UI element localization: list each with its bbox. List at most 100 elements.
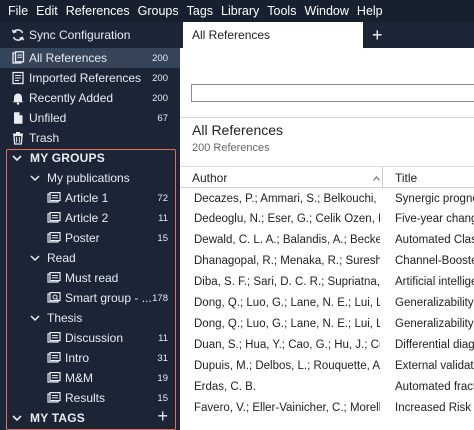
menu-edit[interactable]: Edit bbox=[32, 0, 62, 22]
column-author[interactable]: Author bbox=[192, 171, 227, 185]
count-badge: 11 bbox=[158, 212, 168, 224]
menu-bar: File Edit References Groups Tags Library… bbox=[0, 0, 474, 22]
author-cell: Erdas, C. B. bbox=[194, 381, 256, 393]
title-cell: Automated fracture bbox=[395, 381, 474, 393]
toolbar-area bbox=[180, 48, 474, 118]
table-row[interactable]: Dong, Q.; Luo, G.; Lane, N. E.; Lui, L. … bbox=[180, 314, 474, 335]
author-cell: Decazes, P.; Ammari, S.; Belkouchi, Y.;.… bbox=[194, 193, 380, 205]
title-cell: Artificial intelligence bbox=[395, 276, 474, 288]
title-cell: Increased Risk of bbox=[395, 402, 474, 414]
my-groups-label: MY GROUPS bbox=[30, 151, 105, 165]
page-title: All References bbox=[192, 122, 284, 138]
title-cell: Generalizability of bbox=[395, 318, 474, 330]
count-badge: 15 bbox=[157, 232, 168, 244]
table-row[interactable]: Dupuis, M.; Delbos, L.; Rouquette, A.; .… bbox=[180, 356, 474, 377]
author-cell: Dedeoglu, N.; Eser, G.; Celik Ozen, D.; … bbox=[194, 213, 380, 225]
search-input[interactable] bbox=[191, 84, 474, 102]
table-row[interactable]: Dewald, C. L. A.; Balandis, A.; Becker, … bbox=[180, 230, 474, 251]
author-cell: Diba, S. F.; Sari, D. C. R.; Supriatna, … bbox=[194, 276, 380, 288]
folder-read[interactable]: Read bbox=[0, 248, 180, 268]
menu-references[interactable]: References bbox=[62, 0, 134, 22]
group-folder-icon bbox=[47, 371, 61, 385]
title-cell: Automated Classific bbox=[395, 234, 474, 246]
menu-tags[interactable]: Tags bbox=[183, 0, 217, 22]
count-badge: 200 bbox=[152, 52, 168, 64]
menu-help[interactable]: Help bbox=[353, 0, 387, 22]
author-cell: Dong, Q.; Luo, G.; Lane, N. E.; Lui, L. … bbox=[194, 318, 380, 330]
table-header: Author Title bbox=[180, 166, 474, 189]
group-folder-icon bbox=[47, 231, 61, 245]
table-row[interactable]: Dong, Q.; Luo, G.; Lane, N. E.; Lui, L. … bbox=[180, 293, 474, 314]
group-intro[interactable]: Intro 31 bbox=[0, 348, 180, 368]
count-badge: 31 bbox=[157, 352, 168, 364]
table-row[interactable]: Favero, V.; Eller-Vainicher, C.; Morelli… bbox=[180, 398, 474, 419]
author-cell: Duan, S.; Hua, Y.; Cao, G.; Hu, J.; Cui,… bbox=[194, 339, 380, 351]
group-label: Intro bbox=[65, 351, 90, 365]
menu-library[interactable]: Library bbox=[217, 0, 263, 22]
folder-thesis[interactable]: Thesis bbox=[0, 308, 180, 328]
menu-groups[interactable]: Groups bbox=[134, 0, 183, 22]
table-row[interactable]: Diba, S. F.; Sari, D. C. R.; Supriatna, … bbox=[180, 272, 474, 293]
column-divider[interactable] bbox=[382, 167, 383, 189]
sidebar-item-label: Imported References bbox=[29, 71, 142, 85]
author-cell: Favero, V.; Eller-Vainicher, C.; Morelli… bbox=[194, 402, 380, 414]
group-poster[interactable]: Poster 15 bbox=[0, 228, 180, 248]
chevron-down-icon bbox=[30, 255, 40, 262]
title-cell: Generalizability of bbox=[395, 297, 474, 309]
count-badge: 178 bbox=[152, 292, 168, 304]
table-row[interactable]: Dhanagopal, R.; Menaka, R.; Suresh K... … bbox=[180, 251, 474, 272]
sidebar-item-label: All References bbox=[29, 51, 108, 65]
chevron-down-icon bbox=[12, 155, 22, 162]
table-row[interactable]: Decazes, P.; Ammari, S.; Belkouchi, Y.;.… bbox=[180, 189, 474, 210]
group-article-1[interactable]: Article 1 72 bbox=[0, 188, 180, 208]
group-results[interactable]: Results 15 bbox=[0, 388, 180, 408]
sidebar-item-unfiled[interactable]: Unfiled 67 bbox=[0, 108, 180, 128]
sidebar-item-sync[interactable]: Sync Configuration bbox=[0, 25, 180, 45]
group-folder-icon bbox=[47, 191, 61, 205]
menu-file[interactable]: File bbox=[4, 0, 32, 22]
group-label: Must read bbox=[65, 271, 119, 285]
group-label: Smart group - ... bbox=[65, 291, 152, 305]
table-row[interactable]: Erdas, C. B. Automated fracture bbox=[180, 377, 474, 398]
menu-tools[interactable]: Tools bbox=[263, 0, 300, 22]
chevron-down-icon bbox=[12, 415, 22, 422]
group-must-read[interactable]: Must read bbox=[0, 268, 180, 288]
author-cell: Dupuis, M.; Delbos, L.; Rouquette, A.; .… bbox=[194, 360, 380, 372]
title-cell: Channel-Boosted bbox=[395, 255, 474, 267]
sidebar-item-all-references[interactable]: All References 200 bbox=[0, 48, 180, 68]
menu-window[interactable]: Window bbox=[300, 0, 352, 22]
title-cell: Five-year change bbox=[395, 213, 474, 225]
table-row[interactable]: Dedeoglu, N.; Eser, G.; Celik Ozen, D.; … bbox=[180, 209, 474, 230]
folder-label: Thesis bbox=[47, 311, 83, 325]
folder-label: My publications bbox=[47, 171, 130, 185]
group-smart-group[interactable]: Smart group - ... 178 bbox=[0, 288, 180, 308]
sidebar-item-label: Sync Configuration bbox=[29, 28, 131, 42]
group-discussion[interactable]: Discussion 11 bbox=[0, 328, 180, 348]
sidebar-item-trash[interactable]: Trash bbox=[0, 128, 180, 148]
add-tag-button[interactable]: + bbox=[157, 406, 168, 427]
group-folder-icon bbox=[47, 351, 61, 365]
count-badge: 200 bbox=[152, 72, 168, 84]
reference-count: 200 References bbox=[192, 142, 270, 154]
group-m-and-m[interactable]: M&M 19 bbox=[0, 368, 180, 388]
sidebar-item-imported-references[interactable]: Imported References 200 bbox=[0, 68, 180, 88]
count-badge: 11 bbox=[158, 332, 168, 344]
folder-my-publications[interactable]: My publications bbox=[0, 168, 180, 188]
my-tags-label: MY TAGS bbox=[30, 411, 85, 425]
column-title[interactable]: Title bbox=[395, 171, 417, 185]
count-badge: 67 bbox=[157, 112, 168, 124]
sync-icon bbox=[11, 28, 25, 42]
table-row[interactable]: Duan, S.; Hua, Y.; Cao, G.; Hu, J.; Cui,… bbox=[180, 335, 474, 356]
tab-all-references[interactable]: All References bbox=[183, 22, 363, 48]
sidebar: Sync Configuration All References 200 Im… bbox=[0, 22, 180, 430]
my-groups-header[interactable]: MY GROUPS bbox=[0, 148, 180, 168]
group-folder-icon bbox=[47, 211, 61, 225]
title-cell: Synergic prognostic bbox=[395, 193, 474, 205]
title-cell: Differential diagnosis bbox=[395, 339, 474, 351]
group-icon bbox=[47, 271, 61, 285]
sidebar-item-label: Unfiled bbox=[29, 111, 67, 125]
my-tags-header[interactable]: MY TAGS + bbox=[0, 406, 180, 428]
group-article-2[interactable]: Article 2 11 bbox=[0, 208, 180, 228]
add-tab-button[interactable]: + bbox=[372, 25, 383, 45]
sidebar-item-recently-added[interactable]: Recently Added 200 bbox=[0, 88, 180, 108]
